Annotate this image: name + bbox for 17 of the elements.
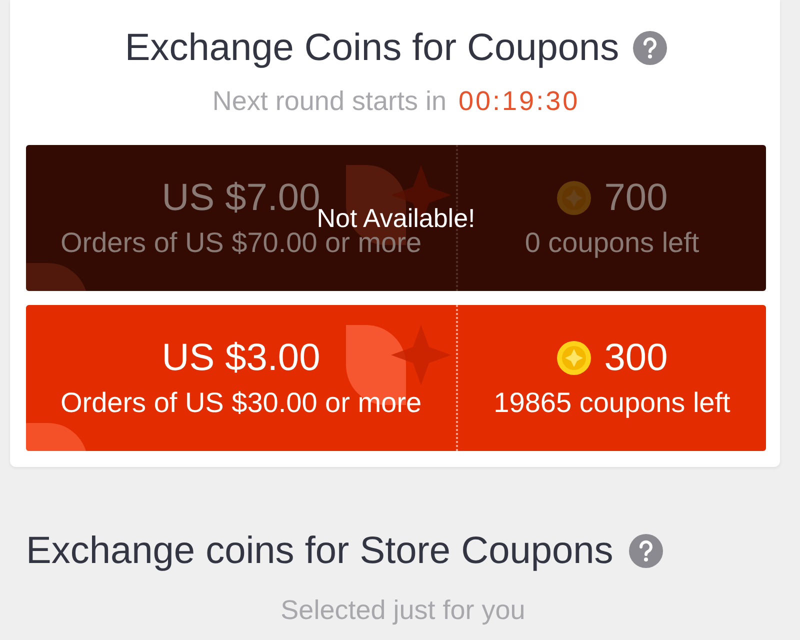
section-title: Exchange Coins for Coupons <box>124 26 620 71</box>
coupon-condition: Orders of US $30.00 or more <box>60 386 422 420</box>
coin-cost: 300 <box>604 336 668 381</box>
coupons-remaining: 19865 coupons left <box>494 386 730 420</box>
countdown-timer: 00:19:30 <box>458 86 580 117</box>
coin-icon <box>556 340 592 376</box>
coupon-card[interactable]: US $7.00 Orders of US $70.00 or more 700 0 coupons left Not Available! <box>26 145 766 291</box>
coin-cost: 700 <box>604 176 668 221</box>
section-subtitle: Selected just for you <box>280 595 526 626</box>
coupon-card[interactable]: US $3.00 Orders of US $30.00 or more 300 19865 coupons left <box>26 305 766 451</box>
coupon-value: US $3.00 <box>162 336 320 381</box>
coin-icon <box>556 180 592 216</box>
help-icon[interactable] <box>633 31 668 65</box>
section-title: Exchange coins for Store Coupons <box>26 529 614 574</box>
coupons-remaining: 0 coupons left <box>524 226 700 260</box>
help-icon[interactable] <box>629 534 664 568</box>
countdown-label: Next round starts in <box>212 86 446 117</box>
